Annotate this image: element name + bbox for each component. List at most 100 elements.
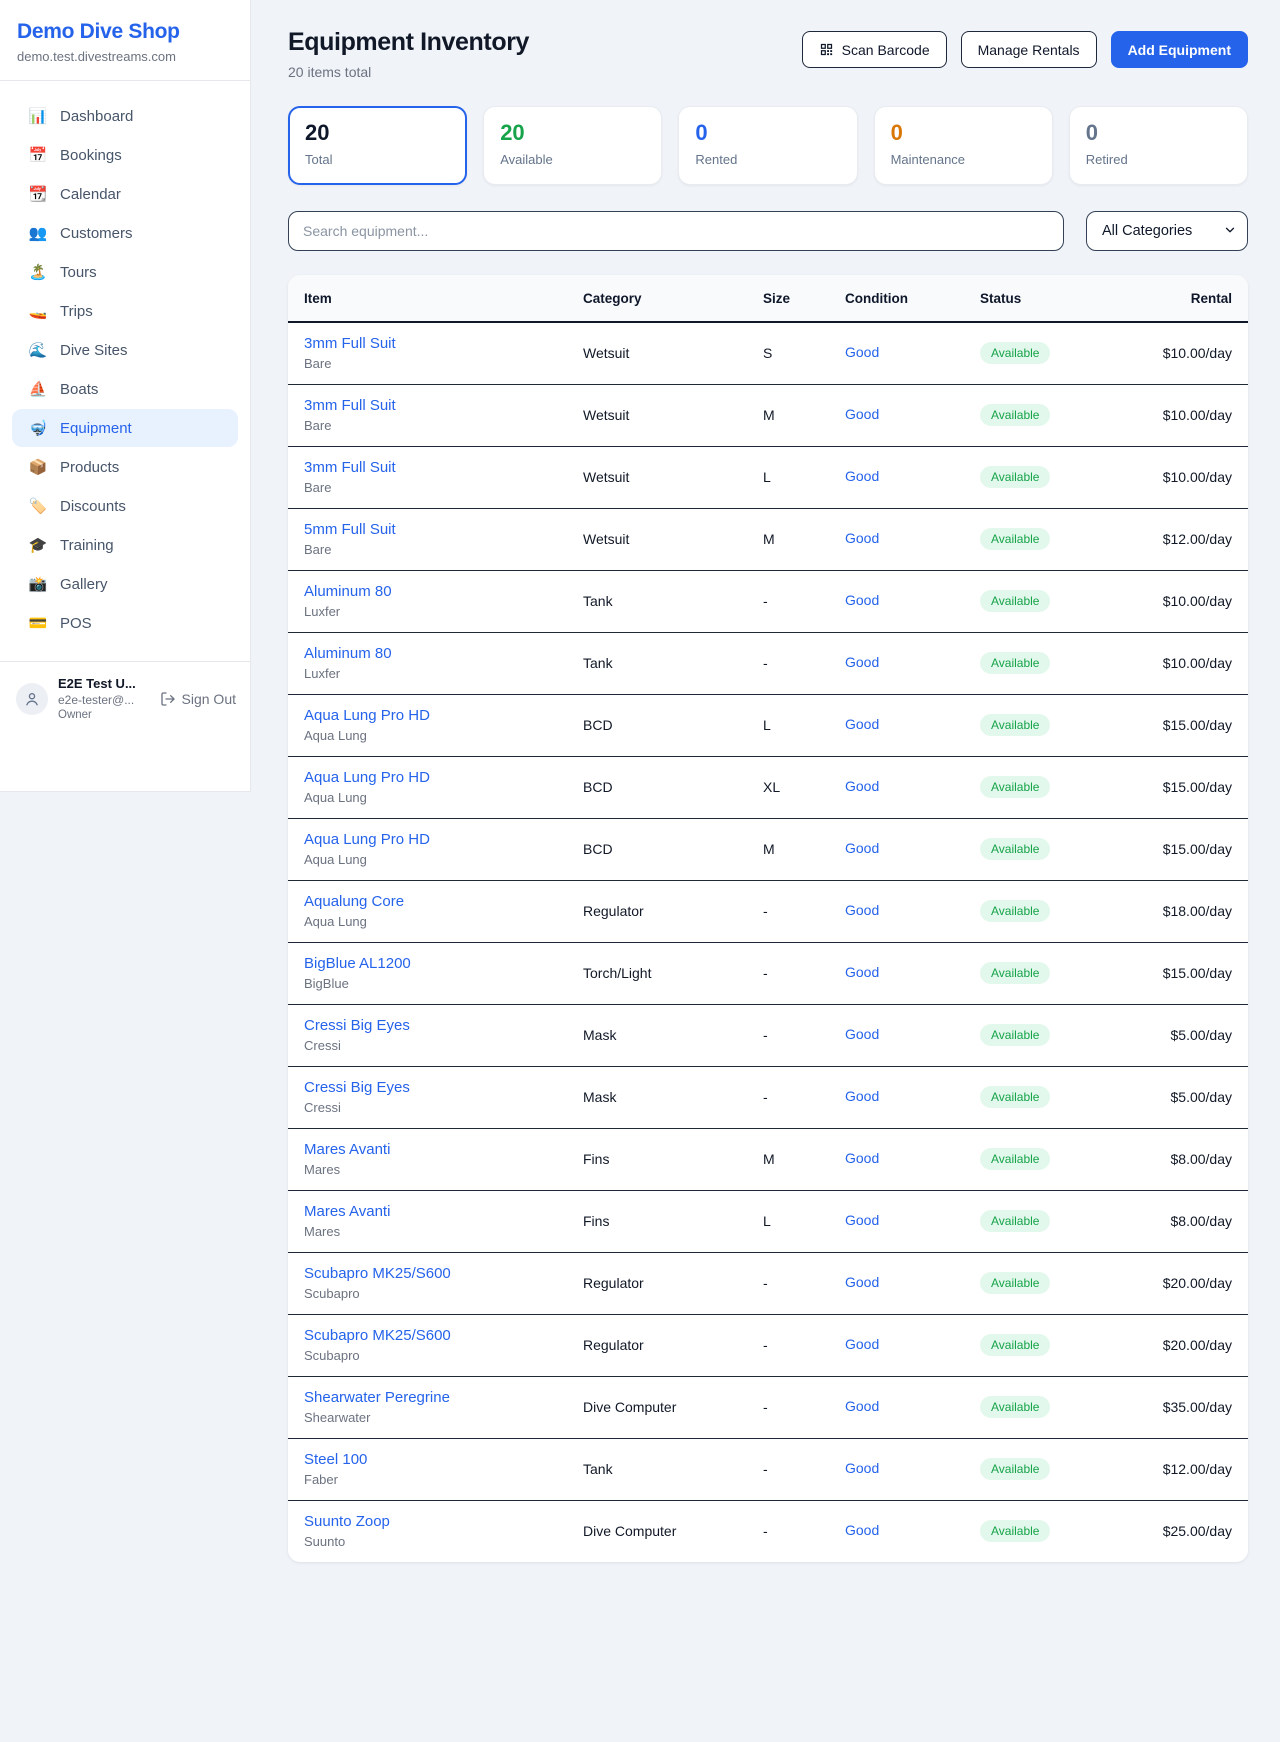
sidebar-item-customers[interactable]: 👥 Customers <box>12 214 238 252</box>
table-row: Aqua Lung Pro HD Aqua Lung BCD M Good Av… <box>288 819 1248 881</box>
sidebar-item-equipment[interactable]: 🤿 Equipment <box>12 409 238 447</box>
condition-link[interactable]: Good <box>845 1212 879 1228</box>
item-name-link[interactable]: 3mm Full Suit <box>304 459 583 476</box>
add-equipment-label: Add Equipment <box>1128 42 1231 58</box>
condition-link[interactable]: Good <box>845 530 879 546</box>
item-name-link[interactable]: Aqua Lung Pro HD <box>304 769 583 786</box>
stat-card-retired[interactable]: 0 Retired <box>1069 106 1248 185</box>
sign-out-button[interactable]: Sign Out <box>160 691 236 707</box>
condition-link[interactable]: Good <box>845 1026 879 1042</box>
item-name-link[interactable]: 3mm Full Suit <box>304 397 583 414</box>
condition-link[interactable]: Good <box>845 1336 879 1352</box>
item-brand: Aqua Lung <box>304 852 583 867</box>
stat-card-available[interactable]: 20 Available <box>483 106 662 185</box>
sidebar-item-bookings[interactable]: 📅 Bookings <box>12 136 238 174</box>
item-name-link[interactable]: Aqualung Core <box>304 893 583 910</box>
condition-link[interactable]: Good <box>845 964 879 980</box>
sidebar-item-dashboard[interactable]: 📊 Dashboard <box>12 97 238 135</box>
item-name-link[interactable]: BigBlue AL1200 <box>304 955 583 972</box>
status-badge: Available <box>980 528 1050 550</box>
table-row: Steel 100 Faber Tank - Good Available $1… <box>288 1439 1248 1501</box>
category-select[interactable]: All Categories <box>1086 211 1248 251</box>
condition-link[interactable]: Good <box>845 468 879 484</box>
item-rental-rate: $15.00/day <box>1120 695 1248 757</box>
item-name-link[interactable]: Mares Avanti <box>304 1203 583 1220</box>
item-brand: Suunto <box>304 1534 583 1549</box>
item-name-link[interactable]: 3mm Full Suit <box>304 335 583 352</box>
item-name-link[interactable]: Scubapro MK25/S600 <box>304 1327 583 1344</box>
status-badge: Available <box>980 1272 1050 1294</box>
brand: Demo Dive Shop demo.test.divestreams.com <box>0 0 250 80</box>
sidebar-item-tours[interactable]: 🏝️ Tours <box>12 253 238 291</box>
condition-link[interactable]: Good <box>845 778 879 794</box>
sidebar-item-discounts[interactable]: 🏷️ Discounts <box>12 487 238 525</box>
condition-link[interactable]: Good <box>845 1398 879 1414</box>
item-size: - <box>763 1439 845 1501</box>
wave-icon: 🌊 <box>28 341 48 359</box>
col-header-category: Category <box>583 275 763 322</box>
item-rental-rate: $12.00/day <box>1120 509 1248 571</box>
sidebar-item-pos[interactable]: 💳 POS <box>12 604 238 642</box>
item-category: Dive Computer <box>583 1377 763 1439</box>
table-row: Scubapro MK25/S600 Scubapro Regulator - … <box>288 1253 1248 1315</box>
item-name-link[interactable]: Shearwater Peregrine <box>304 1389 583 1406</box>
item-name-link[interactable]: Cressi Big Eyes <box>304 1017 583 1034</box>
sidebar-item-dive-sites[interactable]: 🌊 Dive Sites <box>12 331 238 369</box>
item-category: Dive Computer <box>583 1501 763 1563</box>
item-name-link[interactable]: Scubapro MK25/S600 <box>304 1265 583 1282</box>
user-role: Owner <box>58 709 150 721</box>
item-name-link[interactable]: Aluminum 80 <box>304 645 583 662</box>
condition-link[interactable]: Good <box>845 1274 879 1290</box>
scan-barcode-button[interactable]: Scan Barcode <box>802 31 947 68</box>
stat-value: 20 <box>500 120 645 146</box>
sign-out-label: Sign Out <box>182 691 236 707</box>
condition-link[interactable]: Good <box>845 1460 879 1476</box>
item-rental-rate: $15.00/day <box>1120 943 1248 1005</box>
item-brand: Bare <box>304 356 583 371</box>
table-row: Suunto Zoop Suunto Dive Computer - Good … <box>288 1501 1248 1563</box>
condition-link[interactable]: Good <box>845 840 879 856</box>
page-header-text: Equipment Inventory 20 items total <box>288 28 529 80</box>
condition-link[interactable]: Good <box>845 902 879 918</box>
sidebar-item-training[interactable]: 🎓 Training <box>12 526 238 564</box>
condition-link[interactable]: Good <box>845 592 879 608</box>
item-rental-rate: $25.00/day <box>1120 1501 1248 1563</box>
sidebar-item-gallery[interactable]: 📸 Gallery <box>12 565 238 603</box>
header-actions: Scan Barcode Manage Rentals Add Equipmen… <box>802 31 1248 68</box>
sidebar-item-boats[interactable]: ⛵ Boats <box>12 370 238 408</box>
item-name-link[interactable]: Aluminum 80 <box>304 583 583 600</box>
condition-link[interactable]: Good <box>845 344 879 360</box>
condition-link[interactable]: Good <box>845 1150 879 1166</box>
status-badge: Available <box>980 1210 1050 1232</box>
manage-rentals-button[interactable]: Manage Rentals <box>961 31 1097 68</box>
item-size: - <box>763 1067 845 1129</box>
search-input[interactable] <box>288 211 1064 251</box>
item-name-link[interactable]: Suunto Zoop <box>304 1513 583 1530</box>
condition-link[interactable]: Good <box>845 716 879 732</box>
status-badge: Available <box>980 838 1050 860</box>
condition-link[interactable]: Good <box>845 406 879 422</box>
stat-card-maintenance[interactable]: 0 Maintenance <box>874 106 1053 185</box>
item-brand: Cressi <box>304 1100 583 1115</box>
item-size: - <box>763 571 845 633</box>
condition-link[interactable]: Good <box>845 654 879 670</box>
sidebar: Demo Dive Shop demo.test.divestreams.com… <box>0 0 251 792</box>
stat-card-rented[interactable]: 0 Rented <box>678 106 857 185</box>
item-name-link[interactable]: Steel 100 <box>304 1451 583 1468</box>
condition-link[interactable]: Good <box>845 1522 879 1538</box>
table-row: Scubapro MK25/S600 Scubapro Regulator - … <box>288 1315 1248 1377</box>
item-name-link[interactable]: 5mm Full Suit <box>304 521 583 538</box>
item-rental-rate: $18.00/day <box>1120 881 1248 943</box>
item-size: - <box>763 1377 845 1439</box>
tag-icon: 🏷️ <box>28 497 48 515</box>
item-name-link[interactable]: Cressi Big Eyes <box>304 1079 583 1096</box>
condition-link[interactable]: Good <box>845 1088 879 1104</box>
add-equipment-button[interactable]: Add Equipment <box>1111 31 1248 68</box>
item-name-link[interactable]: Aqua Lung Pro HD <box>304 831 583 848</box>
item-name-link[interactable]: Aqua Lung Pro HD <box>304 707 583 724</box>
stat-card-total[interactable]: 20 Total <box>288 106 467 185</box>
sidebar-item-calendar[interactable]: 📆 Calendar <box>12 175 238 213</box>
sidebar-item-trips[interactable]: 🚤 Trips <box>12 292 238 330</box>
sidebar-item-products[interactable]: 📦 Products <box>12 448 238 486</box>
item-name-link[interactable]: Mares Avanti <box>304 1141 583 1158</box>
